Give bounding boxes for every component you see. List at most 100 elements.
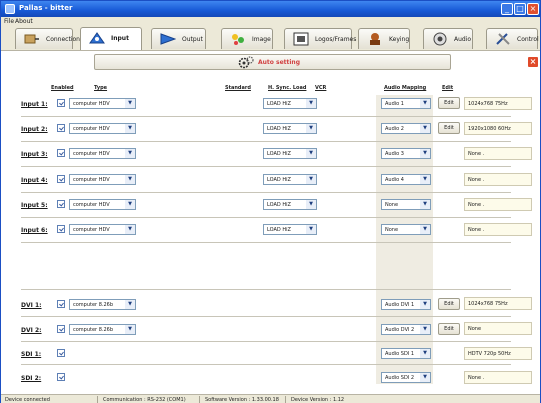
enabled-checkbox-input-1[interactable]: [57, 99, 65, 107]
tab-control[interactable]: Control: [486, 28, 539, 49]
col-sync-load: H. Sync. Load: [268, 85, 307, 91]
audio-select-input-3[interactable]: Audio 3 ▼: [381, 148, 431, 159]
chevron-down-icon: ▼: [420, 99, 430, 108]
status-software-version: Software Version : 1.33.00.18: [205, 397, 279, 403]
audio-select-dvi-1[interactable]: Audio DVI 1 ▼: [381, 299, 431, 310]
keying-icon: [370, 33, 380, 45]
audio-select-input-6[interactable]: None ▼: [381, 224, 431, 235]
status-communication: Communication : RS-232 (COM1): [103, 397, 186, 403]
audio-select-sdi-2[interactable]: Audio SDI 2 ▼: [381, 372, 431, 383]
type-select-input-3[interactable]: computer HDV ▼: [69, 148, 136, 159]
close-panel-icon[interactable]: ×: [528, 57, 538, 67]
sync-load-select-input-1[interactable]: LOAD HiZ ▼: [263, 98, 317, 109]
type-select-input-5[interactable]: computer HDV ▼: [69, 199, 136, 210]
row-label-input-4: Input 4:: [21, 177, 48, 184]
enabled-checkbox-dvi-1[interactable]: [57, 300, 65, 308]
audio-select-input-4[interactable]: Audio 4 ▼: [381, 174, 431, 185]
edit-button-input-2[interactable]: Edit: [438, 122, 460, 134]
row-label-input-1: Input 1:: [21, 101, 48, 108]
info-input-1: 1024x768 75Hz: [464, 97, 532, 110]
sync-load-select-input-6[interactable]: LOAD HiZ ▼: [263, 224, 317, 235]
col-type: Type: [94, 85, 108, 91]
row-label-dvi-2: DVI 2:: [21, 327, 42, 334]
col-edit: Edit: [442, 85, 454, 91]
col-audio-mapping: Audio Mapping: [384, 85, 427, 91]
tab-image[interactable]: Image: [221, 28, 273, 49]
row-divider: [21, 166, 511, 167]
chevron-down-icon: ▼: [125, 300, 135, 309]
row-label-input-6: Input 6:: [21, 227, 48, 234]
menu-file[interactable]: File: [4, 18, 14, 25]
tab-keying[interactable]: Keying: [358, 28, 410, 49]
chevron-down-icon: ▼: [125, 124, 135, 133]
row-label-input-3: Input 3:: [21, 151, 48, 158]
control-icon: [496, 33, 510, 45]
row-divider: [21, 364, 511, 365]
type-select-input-1[interactable]: computer HDV ▼: [69, 98, 136, 109]
row-divider: [21, 316, 511, 317]
maximize-button[interactable]: □: [514, 3, 526, 15]
input-icon: [89, 32, 105, 44]
status-device: Device connected: [5, 397, 50, 403]
row-label-dvi-1: DVI 1:: [21, 302, 42, 309]
tab-logos-frames[interactable]: Logos/Frames: [284, 28, 356, 49]
enabled-checkbox-sdi-2[interactable]: [57, 373, 65, 381]
edit-button-input-1[interactable]: Edit: [438, 97, 460, 109]
sync-load-select-input-5[interactable]: LOAD HiZ ▼: [263, 199, 317, 210]
tab-connection[interactable]: Connection: [15, 28, 80, 49]
enabled-checkbox-sdi-1[interactable]: [57, 349, 65, 357]
enabled-checkbox-input-2[interactable]: [57, 124, 65, 132]
row-divider: [21, 242, 511, 243]
chevron-down-icon: ▼: [420, 175, 430, 184]
app-icon: [5, 4, 15, 14]
tab-output[interactable]: Output: [151, 28, 206, 49]
chevron-down-icon: ▼: [306, 99, 316, 108]
audio-select-input-1[interactable]: Audio 1 ▼: [381, 98, 431, 109]
info-input-4: None .: [464, 173, 532, 186]
edit-button-dvi-2[interactable]: Edit: [438, 323, 460, 335]
enabled-checkbox-input-4[interactable]: [57, 175, 65, 183]
status-divider: [285, 396, 286, 403]
title-bar[interactable]: Pallas - bitter _ □ ×: [1, 1, 540, 17]
chevron-down-icon: ▼: [125, 200, 135, 209]
close-window-button[interactable]: ×: [527, 3, 539, 15]
audio-icon: [433, 32, 447, 46]
chevron-down-icon: ▼: [420, 373, 430, 382]
tab-input[interactable]: Input: [80, 27, 142, 50]
sync-load-select-input-3[interactable]: LOAD HiZ ▼: [263, 148, 317, 159]
status-bar: Device connected Communication : RS-232 …: [1, 394, 540, 403]
type-select-input-4[interactable]: computer HDV ▼: [69, 174, 136, 185]
enabled-checkbox-input-3[interactable]: [57, 149, 65, 157]
audio-select-input-2[interactable]: Audio 2 ▼: [381, 123, 431, 134]
info-input-6: None .: [464, 223, 532, 236]
type-select-dvi-1[interactable]: computer 8.26b ▼: [69, 299, 136, 310]
menu-about[interactable]: About: [15, 18, 33, 25]
chevron-down-icon: ▼: [306, 175, 316, 184]
row-divider: [21, 289, 511, 290]
input-panel: Auto setting × Enabled Type Standard H. …: [1, 50, 540, 394]
connection-icon: [24, 34, 39, 44]
sync-load-select-input-2[interactable]: LOAD HiZ ▼: [263, 123, 317, 134]
type-select-input-6[interactable]: computer HDV ▼: [69, 224, 136, 235]
audio-select-sdi-1[interactable]: Audio SDI 1 ▼: [381, 348, 431, 359]
minimize-button[interactable]: _: [501, 3, 513, 15]
audio-select-input-5[interactable]: None ▼: [381, 199, 431, 210]
audio-select-dvi-2[interactable]: Audio DVI 2 ▼: [381, 324, 431, 335]
info-input-2: 1920x1080 60Hz: [464, 122, 532, 135]
chevron-down-icon: ▼: [125, 175, 135, 184]
type-select-dvi-2[interactable]: computer 8.26b ▼: [69, 324, 136, 335]
main-window: Pallas - bitter _ □ × File About Connect…: [0, 0, 541, 403]
enabled-checkbox-input-6[interactable]: [57, 225, 65, 233]
type-select-input-2[interactable]: computer HDV ▼: [69, 123, 136, 134]
auto-setting-button[interactable]: Auto setting: [94, 54, 451, 70]
chevron-down-icon: ▼: [420, 349, 430, 358]
chevron-down-icon: ▼: [306, 149, 316, 158]
enabled-checkbox-input-5[interactable]: [57, 200, 65, 208]
info-dvi-1: 1024x768 75Hz: [464, 297, 532, 310]
tab-audio[interactable]: Audio: [423, 28, 473, 49]
edit-button-dvi-1[interactable]: Edit: [438, 298, 460, 310]
enabled-checkbox-dvi-2[interactable]: [57, 325, 65, 333]
sync-load-select-input-4[interactable]: LOAD HiZ ▼: [263, 174, 317, 185]
info-input-3: None .: [464, 147, 532, 160]
row-divider: [21, 141, 511, 142]
